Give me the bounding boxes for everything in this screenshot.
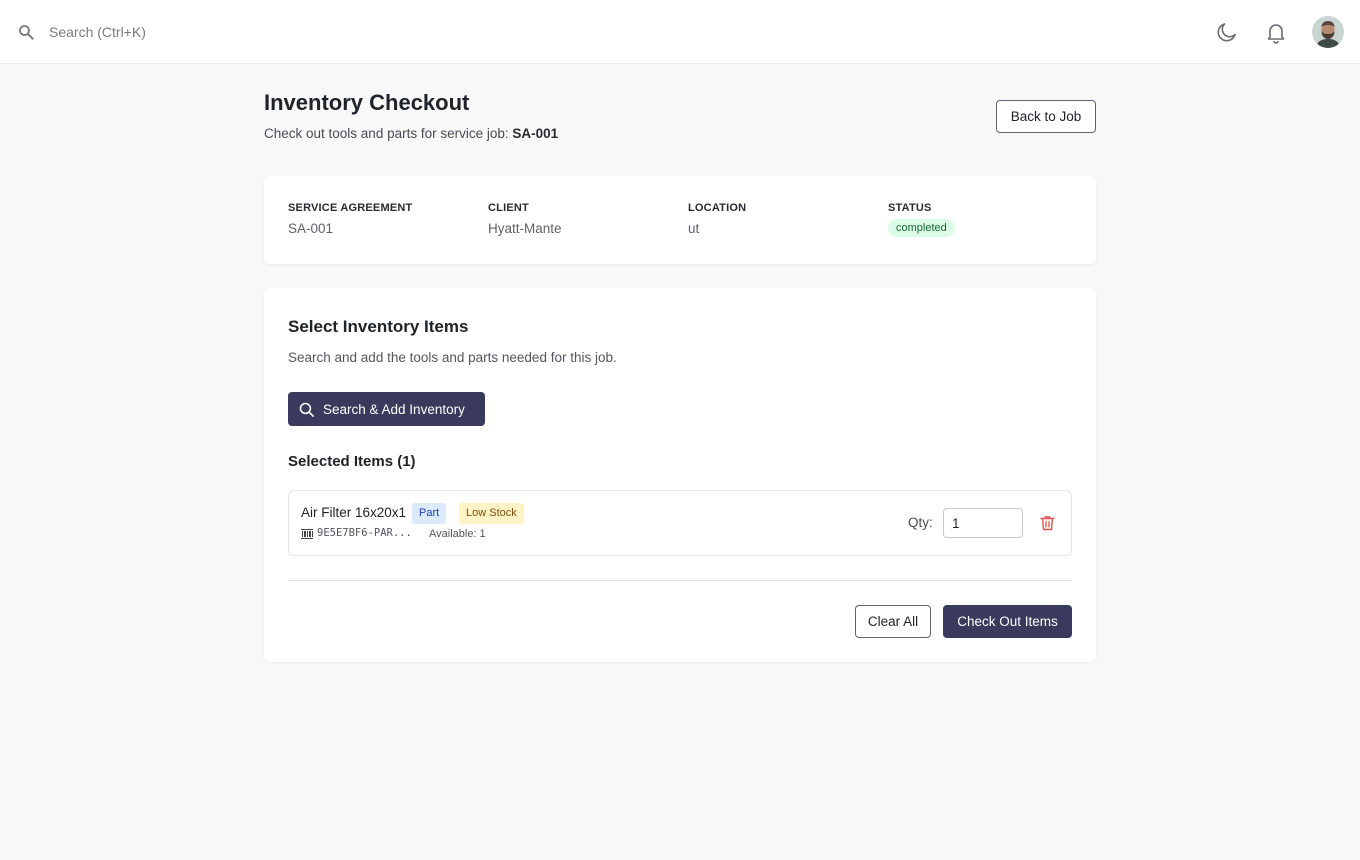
- item-available: Available: 1: [429, 528, 486, 540]
- inventory-card: Select Inventory Items Search and add th…: [264, 288, 1096, 662]
- section-description: Search and add the tools and parts neede…: [288, 350, 617, 365]
- moon-icon[interactable]: [1215, 20, 1239, 44]
- agreement-value: SA-001: [288, 221, 334, 236]
- search-icon: [299, 402, 315, 418]
- agreement-label: SERVICE AGREEMENT: [288, 202, 413, 214]
- search-input[interactable]: [40, 20, 440, 44]
- client-field: CLIENT Hyatt-Mante: [488, 202, 562, 236]
- barcode-icon: [301, 529, 313, 539]
- location-label: LOCATION: [688, 202, 747, 214]
- stock-badge: Low Stock: [459, 503, 524, 524]
- clear-all-button[interactable]: Clear All: [855, 605, 931, 638]
- status-badge: completed: [888, 219, 955, 237]
- search-icon: [19, 25, 34, 40]
- location-value: ut: [688, 221, 700, 236]
- top-bar: [0, 0, 1360, 64]
- type-badge: Part: [412, 503, 447, 524]
- item-name: Air Filter 16x20x1: [301, 505, 407, 520]
- list-item: Air Filter 16x20x1 Part Low Stock 9E5E7B…: [288, 490, 1072, 556]
- divider: [288, 580, 1072, 581]
- location-field: LOCATION ut: [688, 202, 746, 236]
- add-button-label: Search & Add Inventory: [323, 401, 465, 417]
- job-info-card: SERVICE AGREEMENT SA-001 CLIENT Hyatt-Ma…: [264, 176, 1096, 264]
- subtitle-text: Check out tools and parts for service jo…: [264, 126, 513, 141]
- back-to-job-button[interactable]: Back to Job: [996, 100, 1096, 133]
- avatar[interactable]: [1312, 16, 1344, 48]
- agreement-field: SERVICE AGREEMENT SA-001: [288, 202, 412, 236]
- trash-icon[interactable]: [1040, 515, 1055, 531]
- page-title: Inventory Checkout: [264, 90, 470, 115]
- status-label: STATUS: [888, 202, 932, 214]
- page-subtitle: Check out tools and parts for service jo…: [264, 126, 558, 141]
- status-field: STATUS completed: [888, 202, 955, 237]
- item-sku: 9E5E7BF6-PAR...: [317, 527, 412, 539]
- client-label: CLIENT: [488, 202, 529, 214]
- section-title: Select Inventory Items: [288, 317, 469, 336]
- check-out-items-button[interactable]: Check Out Items: [943, 605, 1072, 638]
- client-value: Hyatt-Mante: [488, 221, 562, 236]
- search-add-inventory-button[interactable]: Search & Add Inventory: [288, 392, 485, 426]
- selected-items-title: Selected Items (1): [288, 453, 416, 470]
- quantity-input[interactable]: [943, 508, 1023, 538]
- qty-label: Qty:: [908, 515, 933, 530]
- job-id: SA-001: [512, 126, 559, 141]
- bell-icon[interactable]: [1264, 20, 1288, 44]
